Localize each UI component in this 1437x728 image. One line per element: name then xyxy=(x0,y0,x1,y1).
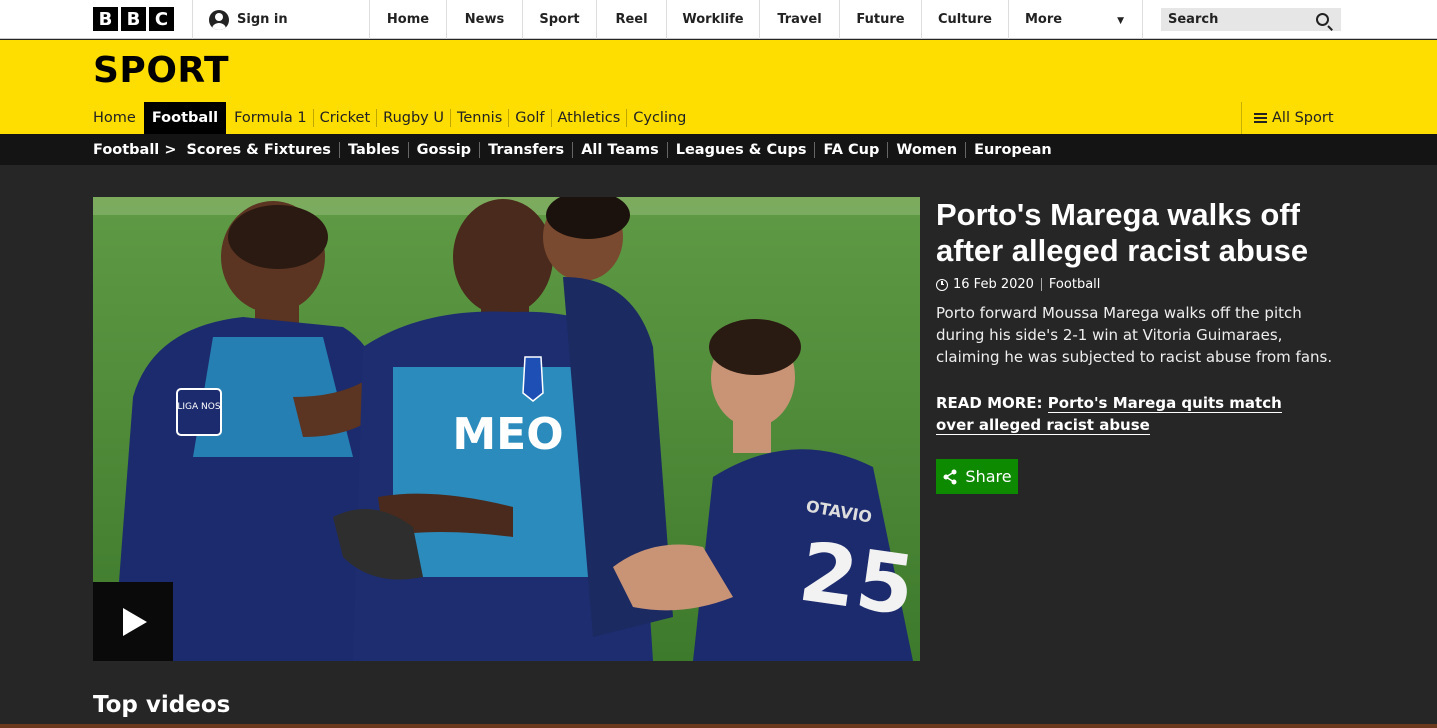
nav-divider xyxy=(965,141,967,158)
nav-divider xyxy=(572,141,574,158)
meta-divider xyxy=(1040,278,1042,291)
read-more-prefix: READ MORE: xyxy=(936,394,1043,412)
share-button[interactable]: Share xyxy=(936,459,1018,494)
global-nav-reel[interactable]: Reel xyxy=(596,0,666,39)
sport-nav-home[interactable]: Home xyxy=(93,102,136,134)
sport-banner: SPORT xyxy=(0,40,1437,102)
nav-divider xyxy=(449,109,451,127)
global-nav-items: Home News Sport Reel Worklife Travel Fut… xyxy=(369,0,1143,39)
global-nav-news[interactable]: News xyxy=(446,0,522,39)
nav-divider xyxy=(376,109,378,127)
top-videos-heading: Top videos xyxy=(93,692,231,718)
nav-divider xyxy=(887,141,889,158)
sport-title[interactable]: SPORT xyxy=(93,50,229,91)
football-nav-all-teams[interactable]: All Teams xyxy=(581,142,659,158)
video-still-illustration: LIGA NOS MEO OTAVIO 25 xyxy=(93,197,920,661)
sport-nav-football[interactable]: Football xyxy=(143,102,227,134)
football-nav-scores-fixtures[interactable]: Scores & Fixtures xyxy=(186,142,330,158)
logo-letter: B xyxy=(121,7,146,31)
article-summary: Porto forward Moussa Marega walks off th… xyxy=(936,304,1333,366)
football-nav-women[interactable]: Women xyxy=(896,142,957,158)
football-nav-tables[interactable]: Tables xyxy=(348,142,400,158)
clock-icon xyxy=(936,278,948,291)
search-icon[interactable] xyxy=(1316,13,1329,26)
sign-in-label: Sign in xyxy=(237,12,288,27)
user-avatar-icon xyxy=(209,9,229,30)
global-nav-culture[interactable]: Culture xyxy=(921,0,1008,39)
sport-nav-rugby-union[interactable]: Rugby U xyxy=(383,102,444,134)
football-nav-leagues-cups[interactable]: Leagues & Cups xyxy=(676,142,807,158)
all-sport-button[interactable]: All Sport xyxy=(1241,102,1334,134)
sport-navigation: Home Football Formula 1 Cricket Rugby U … xyxy=(0,102,1437,134)
nav-divider xyxy=(508,109,510,127)
search-box[interactable]: Search xyxy=(1161,8,1341,31)
play-icon xyxy=(123,607,147,636)
bbc-logo[interactable]: B B C xyxy=(93,7,174,31)
nav-divider xyxy=(312,109,314,127)
shirt-sponsor-text: MEO xyxy=(452,409,563,460)
menu-icon xyxy=(1254,113,1267,123)
article-section-link[interactable]: Football xyxy=(1049,277,1100,292)
nav-divider xyxy=(338,141,340,158)
football-nav-transfers[interactable]: Transfers xyxy=(488,142,564,158)
global-nav-future[interactable]: Future xyxy=(839,0,921,39)
football-nav-fa-cup[interactable]: FA Cup xyxy=(823,142,879,158)
search-label: Search xyxy=(1168,12,1219,27)
all-sport-label: All Sport xyxy=(1272,110,1334,126)
read-more: READ MORE: Porto's Marega quits match ov… xyxy=(936,392,1316,436)
football-navigation: Football > Scores & Fixtures Tables Goss… xyxy=(0,134,1437,165)
sleeve-badge-text: LIGA NOS xyxy=(177,402,220,412)
global-nav-travel[interactable]: Travel xyxy=(759,0,839,39)
global-navigation: B B C Sign in Home News Sport Reel Workl… xyxy=(0,0,1437,39)
play-button[interactable] xyxy=(93,582,173,661)
nav-divider xyxy=(626,109,628,127)
article-meta: 16 Feb 2020 Football xyxy=(936,277,1100,292)
sport-nav-cricket[interactable]: Cricket xyxy=(320,102,371,134)
sign-in-link[interactable]: Sign in xyxy=(192,0,369,39)
football-nav-european[interactable]: European xyxy=(974,142,1052,158)
back-number-text: 25 xyxy=(794,525,920,635)
sport-nav-formula-1[interactable]: Formula 1 xyxy=(234,102,306,134)
article-headline[interactable]: Porto's Marega walks off after alleged r… xyxy=(936,197,1356,269)
nav-divider xyxy=(550,109,552,127)
sport-nav-golf[interactable]: Golf xyxy=(515,102,544,134)
global-nav-more[interactable]: More ▼ xyxy=(1008,0,1143,39)
more-label: More xyxy=(1025,12,1063,27)
share-icon xyxy=(943,469,957,484)
nav-divider xyxy=(666,141,668,158)
nav-divider xyxy=(814,141,816,158)
logo-letter: B xyxy=(93,7,118,31)
sport-nav-cycling[interactable]: Cycling xyxy=(633,102,686,134)
nav-divider xyxy=(479,141,481,158)
video-carousel-edge xyxy=(0,724,1437,728)
global-nav-home[interactable]: Home xyxy=(369,0,446,39)
football-nav-gossip[interactable]: Gossip xyxy=(417,142,471,158)
chevron-down-icon: ▼ xyxy=(1117,15,1124,26)
global-nav-worklife[interactable]: Worklife xyxy=(666,0,759,39)
global-nav-sport[interactable]: Sport xyxy=(522,0,596,39)
sport-nav-tennis[interactable]: Tennis xyxy=(457,102,502,134)
nav-divider xyxy=(407,141,409,158)
article-date: 16 Feb 2020 xyxy=(953,277,1034,292)
logo-letter: C xyxy=(149,7,174,31)
sport-nav-athletics[interactable]: Athletics xyxy=(558,102,621,134)
hero-video[interactable]: LIGA NOS MEO OTAVIO 25 xyxy=(93,197,920,661)
football-home-link[interactable]: Football > xyxy=(93,142,176,158)
share-label: Share xyxy=(965,467,1012,486)
